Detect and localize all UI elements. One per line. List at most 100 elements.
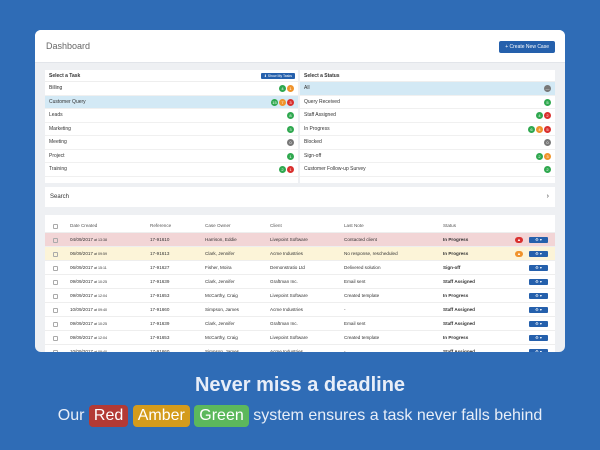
table-row[interactable]: 09/09/2017at 10:2517-91639Clark, Jennife…	[45, 317, 555, 331]
row-actions-button[interactable]: ⚙ ▾	[529, 293, 548, 299]
item-label: Customer Query	[49, 99, 86, 105]
table-row[interactable]: 09/09/2017at 10:2517-91639Clark, Jennife…	[45, 275, 555, 289]
client-cell: Demonstratio Ltd	[270, 261, 305, 275]
select-all-checkbox[interactable]	[53, 224, 58, 229]
ref-cell: 17-91639	[150, 317, 169, 331]
status-item[interactable]: Blocked0	[300, 136, 555, 150]
task-item[interactable]: Meeting0	[45, 136, 298, 150]
column-header[interactable]: Date Created	[70, 219, 97, 233]
task-item[interactable]: Project 1	[45, 150, 298, 164]
client-cell: Acme Industries	[270, 345, 303, 352]
column-header[interactable]: Reference	[150, 219, 171, 233]
count-badge: 1	[287, 153, 294, 160]
show-my-tasks-button[interactable]: ⬇ Show My Tasks	[261, 73, 295, 79]
table-row[interactable]: 10/09/2017at 09:40 17-91660 Simpson, James…	[45, 303, 555, 317]
task-item[interactable]: Billing 41	[45, 82, 298, 96]
badge-group: —	[544, 85, 551, 92]
date-created: 09/09/2017at 10:25	[70, 275, 107, 289]
badge-group: 8	[287, 112, 294, 119]
row-checkbox[interactable]	[53, 252, 58, 257]
task-item[interactable]: Customer Query1573	[45, 96, 298, 110]
promo-prefix: Our	[58, 407, 85, 424]
row-actions-button[interactable]: ⚙ ▾	[529, 335, 548, 341]
row-actions-button[interactable]: ⚙ ▾	[529, 321, 548, 327]
item-label: Leads	[49, 112, 63, 118]
task-item[interactable]: Leads 8	[45, 109, 298, 123]
column-header[interactable]: Case Owner	[205, 219, 231, 233]
table-row[interactable]: 06/09/2017at 15:1117-91627Fisher, MoiraD…	[45, 261, 555, 275]
item-label: Project	[49, 153, 65, 159]
row-actions-button[interactable]: ⚙ ▾	[529, 279, 548, 285]
row-checkbox[interactable]	[53, 266, 58, 271]
table-row[interactable]: 09/09/2017at 12:0417-91653McCarthy, Crai…	[45, 331, 555, 345]
status-item[interactable]: Customer Follow-up Survey2	[300, 163, 555, 177]
alert-bell-icon: ▲	[515, 251, 523, 257]
column-header[interactable]: Status	[443, 219, 456, 233]
row-checkbox[interactable]	[53, 336, 58, 341]
note-cell: Delivered solution	[344, 261, 381, 275]
row-actions-button[interactable]: ⚙ ▾	[529, 265, 548, 271]
status-cell: In Progress	[443, 289, 468, 303]
owner-cell: Simpson, James	[205, 303, 239, 317]
owner-cell: Fisher, Moira	[205, 261, 232, 275]
task-item[interactable]: Training21	[45, 163, 298, 177]
client-cell: Acme Industries	[270, 247, 303, 261]
date: 09/09/2017	[70, 335, 93, 340]
status-item[interactable]: Staff Assigned42	[300, 109, 555, 123]
badge-group: 42	[536, 112, 551, 119]
task-panel-heading: Select a Task ⬇ Show My Tasks	[45, 70, 298, 82]
cases-table: Date Created Reference Case Owner Client Las…	[45, 215, 555, 352]
column-header[interactable]: Client	[270, 219, 282, 233]
row-actions-button[interactable]: ⚙ ▾	[529, 251, 548, 257]
table-row[interactable]: 06/09/2017at 09:5917-91613Clark, Jennife…	[45, 247, 555, 261]
item-label: Sign-off	[304, 153, 321, 159]
row-actions-button[interactable]: ⚙ ▾	[529, 349, 548, 352]
count-badge: 5	[544, 126, 551, 133]
search-label: Search	[50, 194, 69, 200]
date-created: 04/09/2017at 13:38	[70, 233, 107, 247]
table-row[interactable]: 09/09/2017at 12:0417-91653McCarthy, Crai…	[45, 289, 555, 303]
alert-bell-icon: ▲	[515, 237, 523, 243]
client-cell: Livepoint Software	[270, 331, 308, 345]
date: 10/09/2017	[70, 307, 93, 312]
row-checkbox[interactable]	[53, 322, 58, 327]
item-label: Billing	[49, 85, 62, 91]
row-actions-button[interactable]: ⚙ ▾	[529, 307, 548, 313]
client-cell: Livepoint Software	[270, 233, 308, 247]
header: Dashboard + Create New Case	[35, 30, 565, 63]
date: 09/09/2017	[70, 293, 93, 298]
row-checkbox[interactable]	[53, 280, 58, 285]
time: at 10:25	[94, 280, 107, 284]
column-header[interactable]: Last Note	[344, 219, 364, 233]
create-new-case-button[interactable]: + Create New Case	[499, 41, 555, 53]
time: at 09:40	[94, 308, 107, 312]
item-label: All	[304, 85, 310, 91]
row-checkbox[interactable]	[53, 308, 58, 313]
search-bar[interactable]: Search ›	[45, 187, 555, 207]
date: 04/09/2017	[70, 237, 93, 242]
owner-cell: McCarthy, Craig	[205, 331, 238, 345]
row-actions-button[interactable]: ⚙ ▾	[529, 237, 548, 243]
status-panel-heading: Select a Status	[300, 70, 555, 82]
row-checkbox[interactable]	[53, 350, 58, 353]
status-item[interactable]: All —	[300, 82, 555, 96]
status-item[interactable]: Query Received5	[300, 96, 555, 110]
item-label: Marketing	[49, 126, 71, 132]
task-heading-label: Select a Task	[49, 73, 80, 79]
badge-group: 41	[279, 85, 294, 92]
status-cell: Staff Assigned	[443, 303, 475, 317]
table-row[interactable]: 10/09/2017at 09:4017-91660Simpson, James…	[45, 345, 555, 352]
status-cell: Staff Assigned	[443, 317, 475, 331]
status-item[interactable]: In Progress645	[300, 123, 555, 137]
ref-cell: 17-91627	[150, 261, 169, 275]
row-checkbox[interactable]	[53, 238, 58, 243]
task-panel: Select a Task ⬇ Show My Tasks Billing 41 C…	[45, 70, 298, 183]
row-checkbox[interactable]	[53, 294, 58, 299]
ref-cell: 17-91660	[150, 303, 169, 317]
table-row[interactable]: 04/09/2017at 13:3817-91610Harrison, Eddi…	[45, 233, 555, 247]
status-item[interactable]: Sign-off23	[300, 150, 555, 164]
ref-cell: 17-91653	[150, 331, 169, 345]
count-badge: 3	[544, 153, 551, 160]
item-label: Training	[49, 166, 67, 172]
task-item[interactable]: Marketing3	[45, 123, 298, 137]
